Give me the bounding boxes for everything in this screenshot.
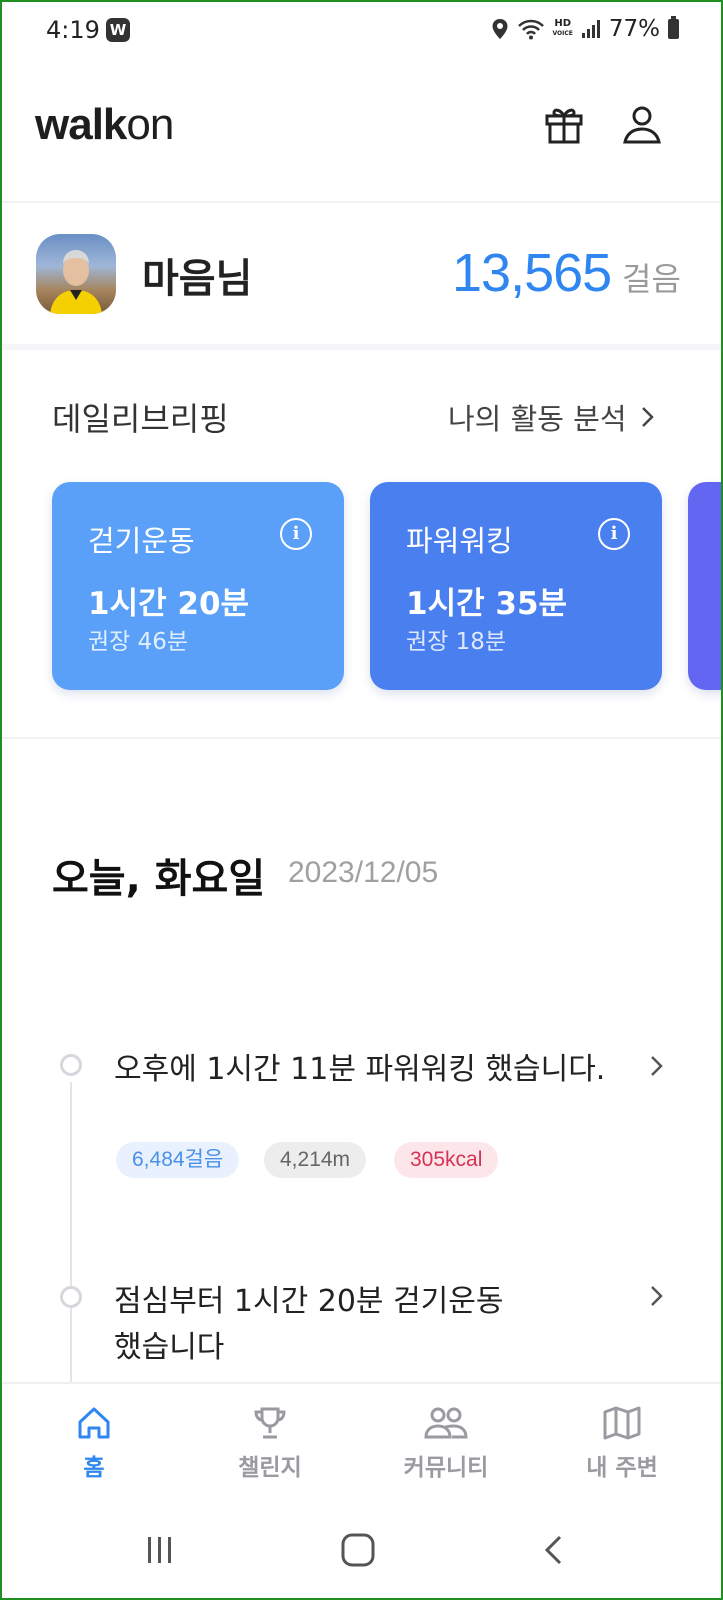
- step-count: 13,565: [452, 243, 612, 303]
- avatar-photo: [50, 250, 102, 314]
- profile-divider: [2, 344, 721, 350]
- home-icon: [78, 1407, 110, 1439]
- back-icon[interactable]: [542, 1534, 566, 1566]
- chevron-right-icon: [641, 407, 654, 427]
- bottom-navigation: 홈 챌린지 커뮤니티 내 주변: [2, 1382, 721, 1504]
- nav-label: 챌린지: [238, 1455, 302, 1481]
- app-notification-icon: W: [106, 18, 130, 42]
- card-duration: 1시간 20분: [88, 586, 250, 622]
- nav-label: 커뮤니티: [403, 1455, 489, 1481]
- nav-label: 내 주변: [586, 1455, 658, 1481]
- daily-briefing-title: 데일리브리핑: [52, 400, 229, 438]
- info-icon[interactable]: i: [280, 518, 312, 550]
- user-name: 마음님: [142, 256, 253, 302]
- nav-label: 홈: [83, 1455, 105, 1481]
- nav-nearby[interactable]: 내 주변: [552, 1406, 692, 1482]
- walkon-logo: walkon: [35, 100, 174, 149]
- activity-analysis-label: 나의 활동 분석: [448, 402, 627, 436]
- walking-exercise-card[interactable]: 걷기운동 i 1시간 20분 권장 46분: [52, 482, 344, 690]
- activity-analysis-link[interactable]: 나의 활동 분석: [448, 396, 655, 438]
- avatar[interactable]: [36, 234, 116, 314]
- today-title: 오늘, 화요일: [52, 856, 266, 902]
- wifi-icon: [517, 19, 544, 40]
- card-recommended: 권장 18분: [406, 629, 507, 655]
- header-divider: [2, 201, 721, 203]
- location-icon: [492, 19, 507, 39]
- timeline-line: [70, 1082, 72, 1382]
- home-button-icon[interactable]: [340, 1532, 376, 1568]
- card-duration: 1시간 35분: [406, 586, 568, 622]
- nav-community[interactable]: 커뮤니티: [376, 1406, 516, 1482]
- timeline-dot: [60, 1286, 82, 1308]
- timeline-dot: [60, 1054, 82, 1076]
- chevron-right-icon[interactable]: [650, 1285, 664, 1307]
- phone-screen: 4:19 W HD VOICE 77% walkon 마음님 13,565 걸음 …: [0, 0, 723, 1600]
- battery-percent: 77%: [608, 16, 660, 42]
- recent-apps-icon[interactable]: [144, 1534, 176, 1566]
- calorie-badge: 305kcal: [394, 1142, 499, 1178]
- distance-badge: 4,214m: [264, 1142, 367, 1178]
- nav-challenge[interactable]: 챌린지: [200, 1406, 340, 1482]
- step-unit: 걸음: [622, 260, 681, 298]
- activity-text[interactable]: 오후에 1시간 11분 파워워킹 했습니다.: [114, 1047, 605, 1093]
- trophy-icon: [254, 1407, 286, 1439]
- status-time: 4:19: [46, 16, 100, 44]
- activity-text-continued[interactable]: 했습니다: [114, 1325, 224, 1371]
- steps-badge: 6,484걸음: [116, 1142, 240, 1178]
- card-recommended: 권장 46분: [88, 629, 189, 655]
- briefing-divider: [2, 737, 721, 739]
- battery-icon: [668, 16, 679, 39]
- today-date: 2023/12/05: [288, 856, 439, 889]
- info-icon[interactable]: i: [598, 518, 630, 550]
- signal-icon: [581, 20, 600, 38]
- activity-text[interactable]: 점심부터 1시간 20분 걷기운동: [114, 1279, 503, 1325]
- profile-icon[interactable]: [620, 102, 664, 146]
- nav-home[interactable]: 홈: [24, 1406, 164, 1482]
- system-nav-bar: [2, 1502, 721, 1598]
- people-icon: [424, 1407, 468, 1439]
- power-walking-card[interactable]: 파워워킹 i 1시간 35분 권장 18분: [370, 482, 662, 690]
- chevron-right-icon[interactable]: [650, 1055, 664, 1077]
- card-title: 파워워킹: [406, 524, 513, 558]
- status-indicators: HD VOICE 77%: [491, 16, 679, 42]
- hd-voice-icon: HD VOICE: [552, 18, 573, 38]
- next-briefing-card[interactable]: [688, 482, 721, 690]
- map-icon: [603, 1406, 641, 1440]
- gift-icon[interactable]: [542, 102, 586, 146]
- card-title: 걷기운동: [88, 524, 195, 558]
